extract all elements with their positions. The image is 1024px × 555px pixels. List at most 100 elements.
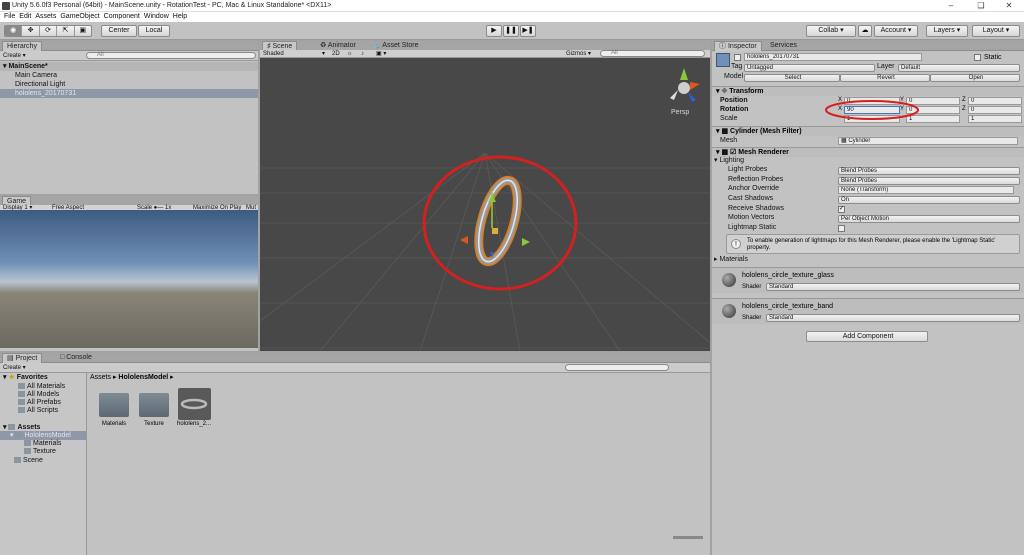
hierarchy-item-hololens[interactable]: hololens_20170731	[0, 89, 258, 98]
rotation-highlight	[825, 100, 919, 120]
pause-button[interactable]: ❚❚	[503, 25, 519, 37]
rot-z-label: Z	[962, 106, 966, 112]
static-checkbox[interactable]	[974, 54, 981, 61]
hierarchy-item-directional-light[interactable]: Directional Light	[0, 80, 258, 89]
cast-shadows-dropdown[interactable]: On	[838, 196, 1020, 204]
pos-z-label: Z	[962, 97, 966, 103]
asset-model-hololens[interactable]	[178, 388, 211, 420]
breadcrumb-current[interactable]: HololensModel	[118, 374, 168, 381]
model-select-button[interactable]: Select	[744, 74, 840, 82]
favorites-header[interactable]: ▾ ★ Favorites	[0, 373, 86, 382]
breadcrumb-root[interactable]: Assets	[90, 374, 111, 381]
zoom-slider[interactable]	[673, 536, 703, 539]
persp-label[interactable]: Persp	[671, 109, 689, 116]
hierarchy-create-button[interactable]: Create ▾	[3, 52, 26, 60]
project-tabbar: ▤ Project □ Console	[0, 353, 710, 363]
rotation-z-field[interactable]: 0	[968, 106, 1022, 114]
tree-item-texture[interactable]: Texture	[0, 447, 86, 456]
cloud-icon[interactable]: ☁	[858, 25, 872, 37]
step-button[interactable]: ▶❚	[520, 25, 536, 37]
layer-dropdown[interactable]: Default	[898, 64, 1020, 72]
tab-project[interactable]: ▤ Project	[2, 353, 43, 363]
shader-dropdown[interactable]: Standard	[766, 283, 1020, 291]
main-toolbar: ◉ ✥ ⟳ ⇱ ▣ Center Local ▶ ❚❚ ▶❚ Collab ▾ …	[0, 22, 1024, 40]
effects-toggle-icon[interactable]: ▣ ▾	[376, 50, 386, 58]
material-band[interactable]: hololens_circle_texture_band Shader Stan…	[712, 298, 1024, 324]
hand-tool-icon[interactable]: ◉	[5, 26, 23, 36]
shading-arrow-icon[interactable]: ▾	[322, 50, 325, 58]
project-search-input[interactable]	[565, 364, 669, 371]
position-z-field[interactable]: 0	[968, 97, 1022, 105]
asset-folder-materials[interactable]	[99, 393, 129, 417]
rotate-tool-icon[interactable]: ⟳	[40, 26, 58, 36]
hierarchy-search-input[interactable]: All	[86, 52, 256, 59]
tab-inspector[interactable]: ⓘ Inspector	[714, 41, 762, 51]
object-name-field[interactable]: hololens_20170731	[744, 53, 922, 61]
close-button[interactable]: ✕	[994, 0, 1024, 12]
menu-component[interactable]: Component	[104, 12, 140, 22]
menu-help[interactable]: Help	[173, 12, 187, 22]
lightmap-static-checkbox[interactable]	[838, 225, 845, 232]
shading-dropdown[interactable]: Shaded	[263, 50, 284, 58]
collab-button[interactable]: Collab ▾	[806, 25, 856, 37]
folder-icon	[15, 432, 23, 439]
move-tool-icon[interactable]: ✥	[22, 26, 40, 36]
rect-tool-icon[interactable]: ▣	[75, 26, 91, 36]
pivot-local-button[interactable]: Local	[138, 25, 170, 37]
menu-file[interactable]: File	[4, 12, 15, 22]
menu-gameobject[interactable]: GameObject	[60, 12, 99, 22]
tag-dropdown[interactable]: Untagged	[744, 64, 875, 72]
model-revert-button[interactable]: Revert	[840, 74, 930, 82]
receive-shadows-checkbox[interactable]: ✓	[838, 206, 845, 213]
account-button[interactable]: Account ▾	[874, 25, 918, 37]
material-glass[interactable]: hololens_circle_texture_glass Shader Sta…	[712, 267, 1024, 293]
ground-grid	[260, 152, 710, 351]
mesh-filter-header[interactable]: ▾ ▦ Cylinder (Mesh Filter)	[712, 126, 1024, 136]
folder-icon	[14, 457, 21, 464]
hierarchy-item-main-camera[interactable]: Main Camera	[0, 71, 258, 80]
hololens-ring-model[interactable]	[471, 175, 525, 267]
scale-tool-icon[interactable]: ⇱	[57, 26, 75, 36]
tree-item-scene[interactable]: Scene	[0, 456, 86, 465]
shader-dropdown[interactable]: Standard	[766, 314, 1020, 322]
fav-item[interactable]: All Scripts	[0, 406, 86, 415]
layout-button[interactable]: Layout ▾	[972, 25, 1020, 37]
tab-hierarchy[interactable]: Hierarchy	[2, 41, 42, 51]
play-button[interactable]: ▶	[486, 25, 502, 37]
audio-toggle-icon[interactable]: ♪	[361, 50, 364, 58]
menu-window[interactable]: Window	[144, 12, 169, 22]
model-open-button[interactable]: Open	[930, 74, 1020, 82]
scene-root-row[interactable]: ▾ MainScene*	[0, 62, 258, 71]
anchor-override-field[interactable]: None (Transform)	[838, 186, 1014, 194]
layers-button[interactable]: Layers ▾	[926, 25, 968, 37]
transform-header[interactable]: ▾ ✥ Transform	[712, 86, 1024, 96]
game-render-view[interactable]	[0, 210, 258, 348]
pivot-center-button[interactable]: Center	[101, 25, 137, 37]
scene-viewport[interactable]: Persp	[260, 58, 710, 351]
gizmos-dropdown[interactable]: Gizmos ▾	[566, 50, 591, 58]
tab-console[interactable]: □ Console	[56, 353, 96, 363]
light-toggle-icon[interactable]: ☼	[347, 50, 353, 58]
materials-foldout[interactable]: ▸ Materials	[714, 255, 1024, 265]
light-probes-dropdown[interactable]: Blend Probes	[838, 167, 1020, 175]
motion-vectors-dropdown[interactable]: Per Object Motion	[838, 215, 1020, 223]
active-checkbox[interactable]	[734, 54, 741, 61]
project-create-button[interactable]: Create ▾	[3, 364, 26, 372]
asset-folder-texture[interactable]	[139, 393, 169, 417]
add-component-button[interactable]: Add Component	[806, 331, 928, 342]
menu-bar: File Edit Assets GameObject Component Window H…	[0, 12, 1024, 22]
minimize-button[interactable]: –	[936, 0, 966, 12]
tab-services[interactable]: Services	[766, 41, 801, 51]
menu-assets[interactable]: Assets	[35, 12, 56, 22]
transform-icon: ✥	[721, 88, 728, 95]
scene-search-input[interactable]: All	[600, 50, 705, 57]
2d-toggle[interactable]: 2D	[332, 50, 340, 58]
mesh-field[interactable]: ▦ Cylinder	[838, 137, 1018, 145]
menu-edit[interactable]: Edit	[19, 12, 31, 22]
orientation-gizmo-icon[interactable]	[670, 68, 700, 102]
lightmap-info-box: ! To enable generation of lightmaps for …	[726, 234, 1020, 254]
search-icon	[18, 383, 25, 390]
window-title: Unity 5.6.0f3 Personal (64bit) - MainSce…	[12, 2, 332, 9]
maximize-button[interactable]: ❏	[966, 0, 996, 12]
scale-z-field[interactable]: 1	[968, 115, 1022, 123]
